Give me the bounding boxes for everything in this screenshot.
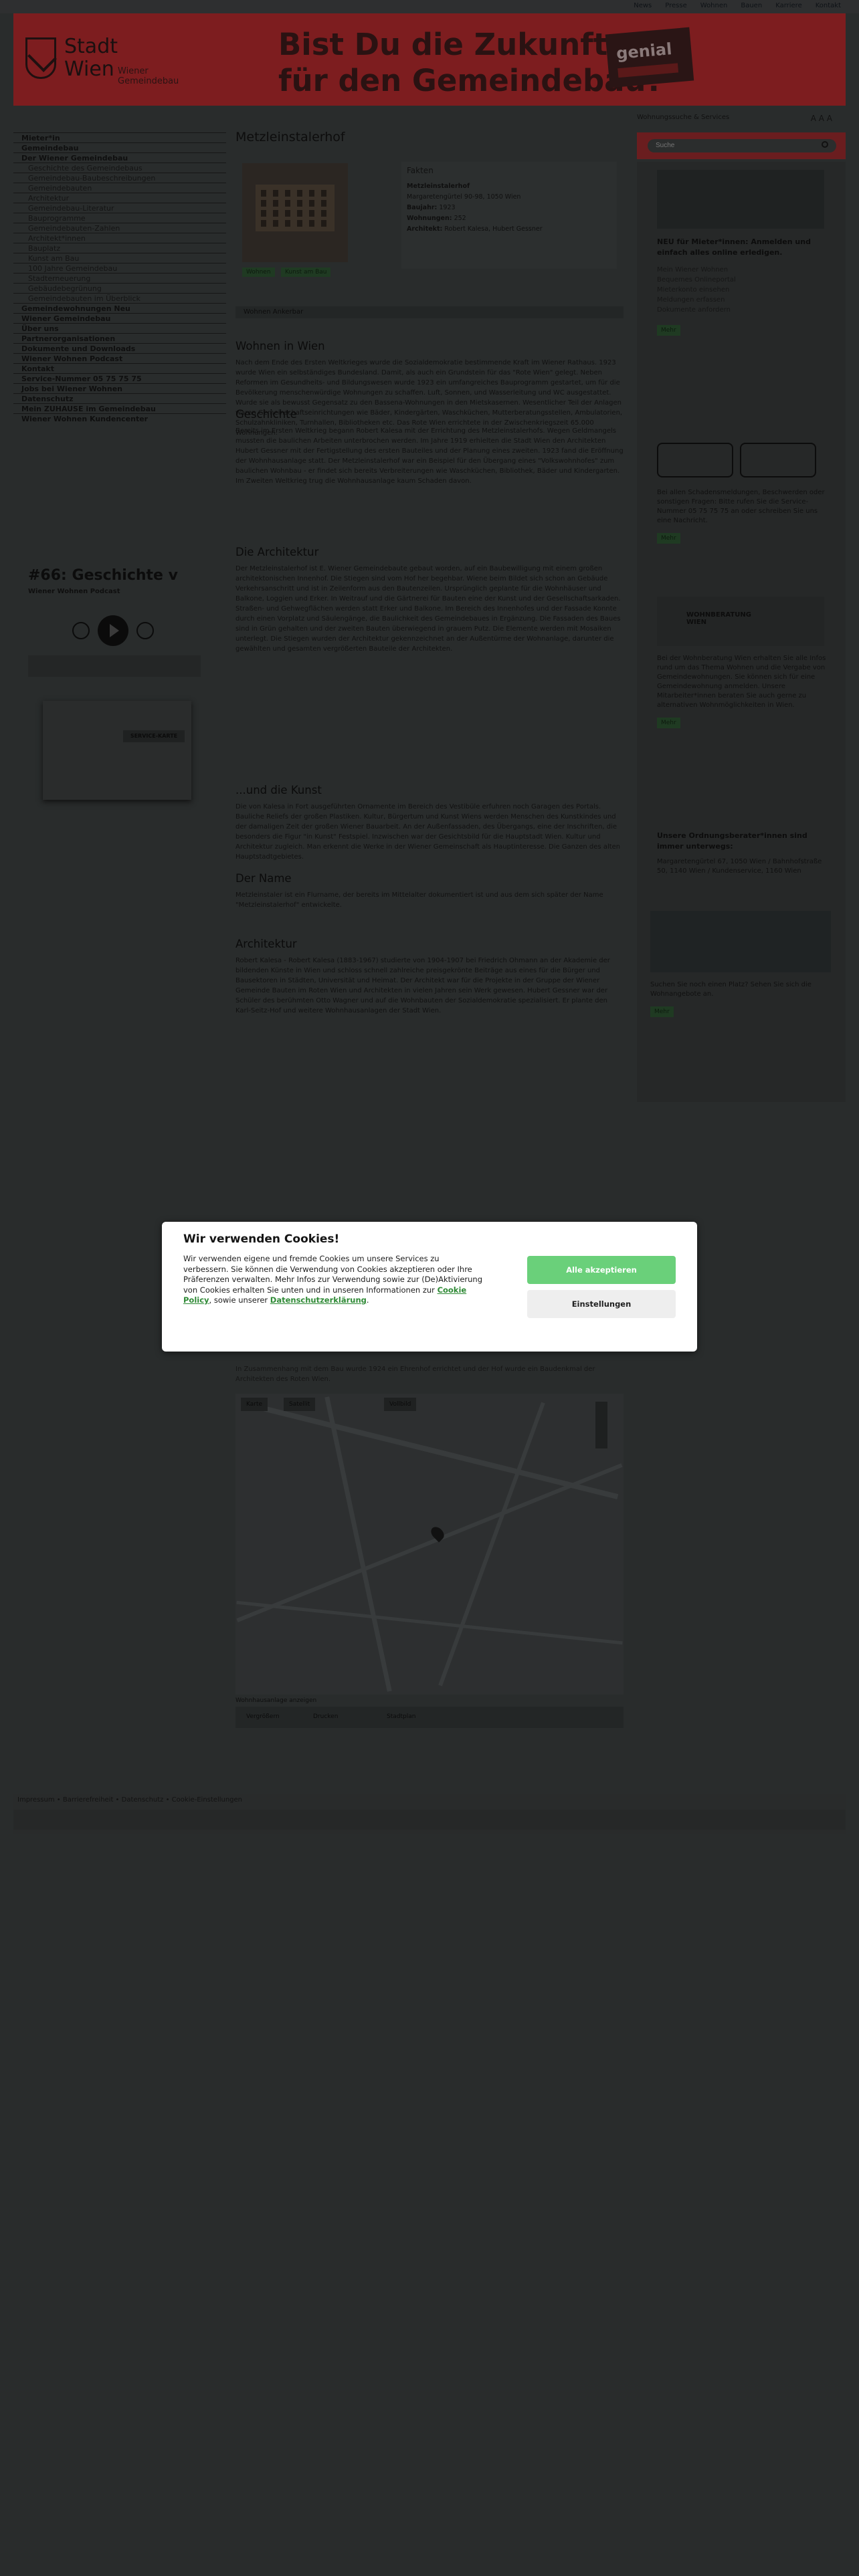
cookie-text: Wir verwenden eigene und fremde Cookies … (183, 1254, 484, 1306)
privacy-link[interactable]: Datenschutzerklärung (270, 1295, 367, 1305)
accept-all-button[interactable]: Alle akzeptieren (527, 1256, 676, 1284)
cookie-banner: Wir verwenden Cookies! Wir verwenden eig… (162, 1222, 697, 1352)
cookie-settings-button[interactable]: Einstellungen (527, 1290, 676, 1318)
cookie-text-c: . (366, 1295, 369, 1305)
cookie-text-b: , sowie unserer (209, 1295, 270, 1305)
cookie-title: Wir verwenden Cookies! (183, 1232, 340, 1246)
